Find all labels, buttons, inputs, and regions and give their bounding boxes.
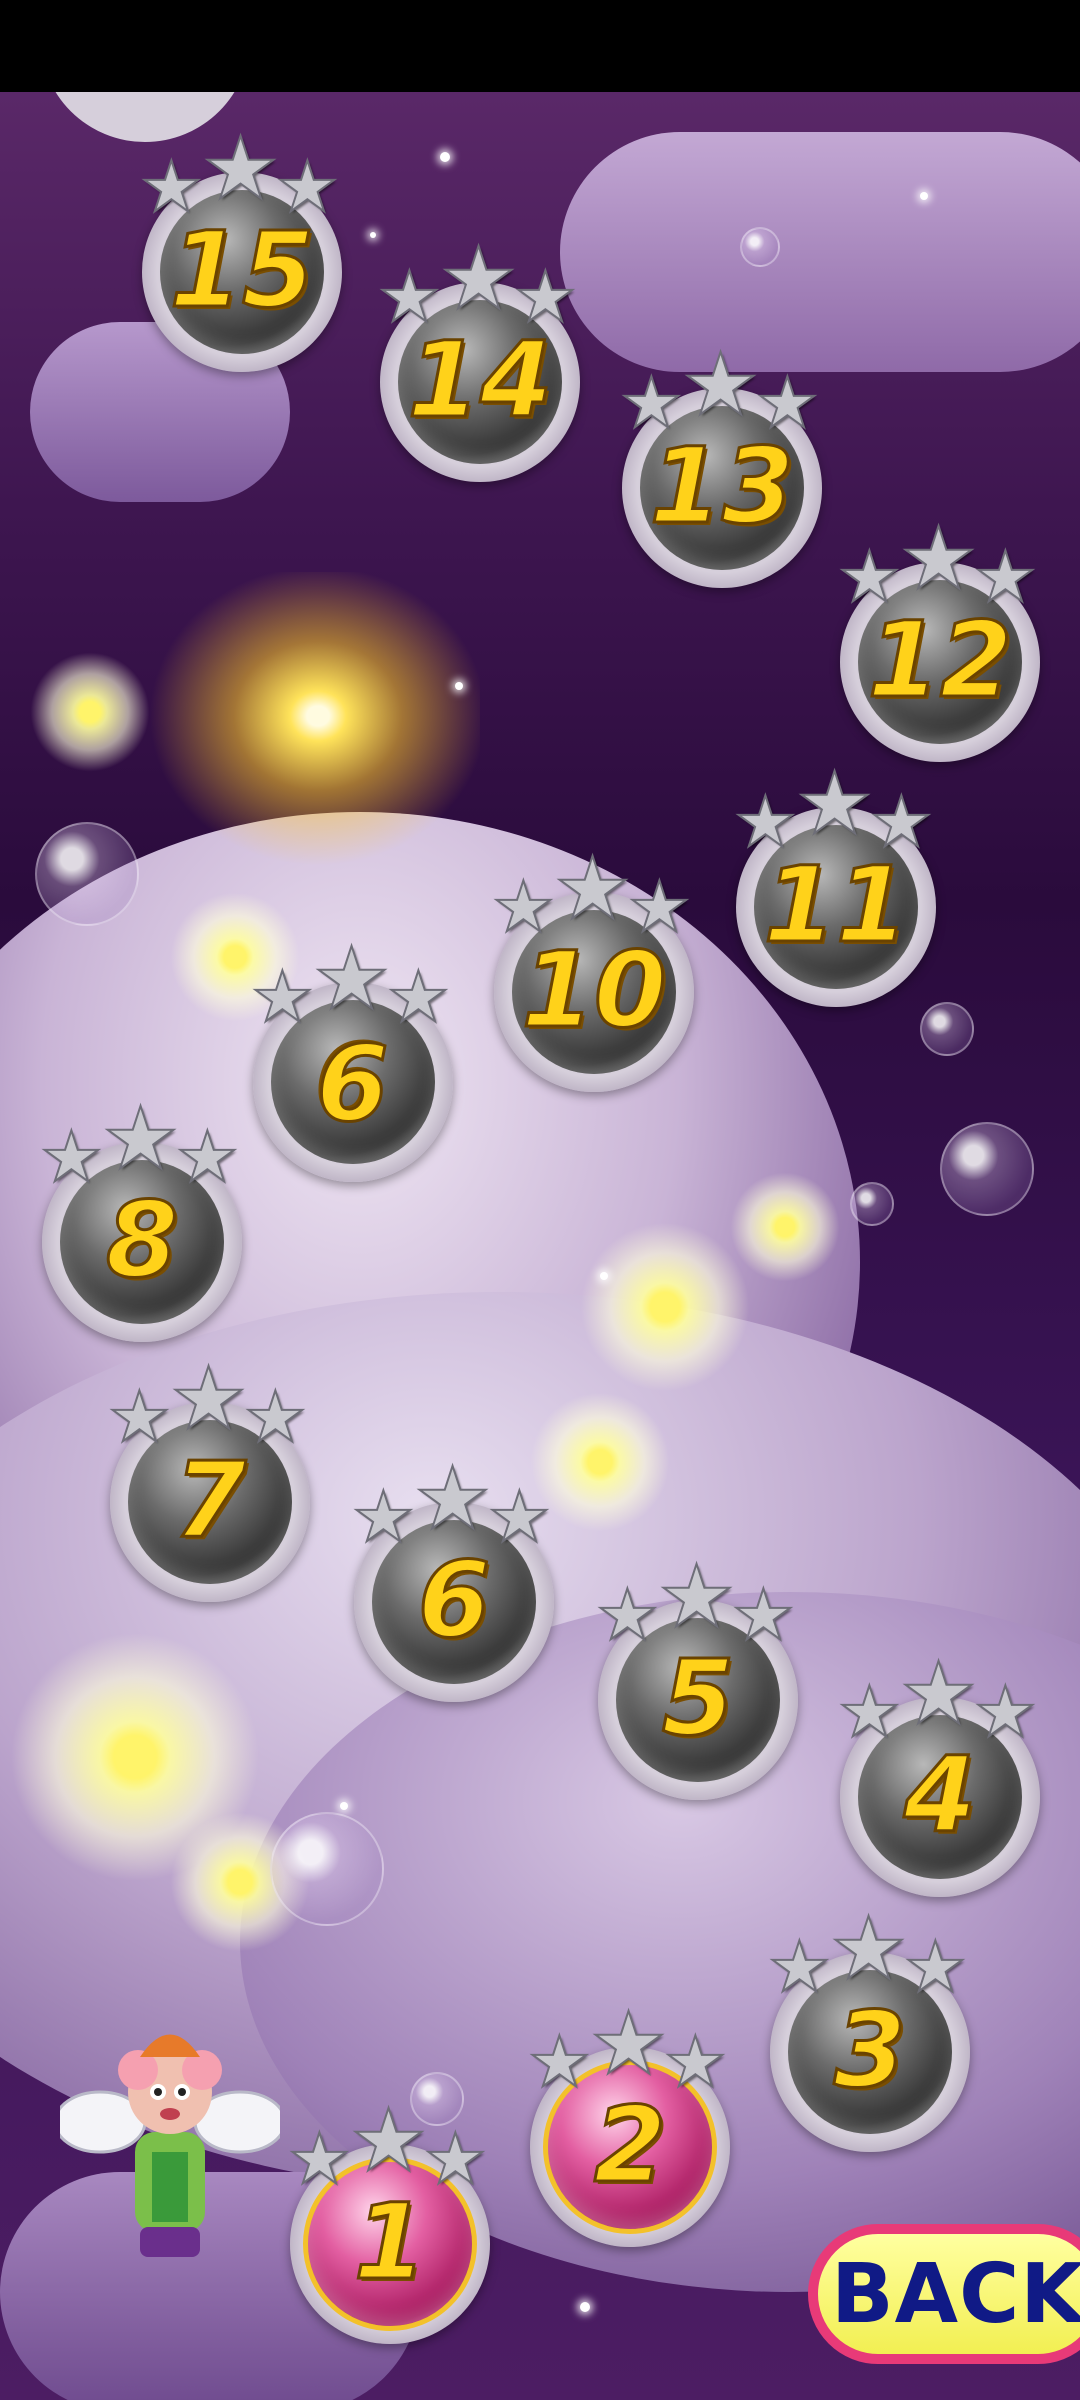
sparkle [920,192,928,200]
star-icon: ★ [731,1574,796,1656]
star-icon: ★ [287,2118,352,2200]
sparkle [440,152,450,162]
star-icon: ★ [377,256,442,338]
dandelion-flower [580,1222,750,1392]
star-icon: ★ [101,1089,180,1189]
dandelion-flower [30,652,150,772]
star-icon: ★ [243,1376,308,1458]
level-button[interactable]: 14 ★ ★ ★ [370,235,590,482]
level-stars: ★ ★ ★ [726,760,946,867]
star-icon: ★ [899,1644,978,1744]
star-icon: ★ [349,2091,428,2191]
sparkle [370,232,376,238]
star-icon: ★ [627,866,692,948]
dandelion-flower [730,1172,840,1282]
level-button[interactable]: 5 ★ ★ ★ [588,1553,808,1800]
level-button[interactable]: 2 ★ ★ ★ [520,2000,740,2247]
level-stars: ★ ★ ★ [243,935,463,1042]
star-icon: ★ [527,2021,592,2103]
star-icon: ★ [829,1899,908,1999]
star-icon: ★ [491,866,556,948]
bubble [940,1122,1034,1216]
star-icon: ★ [553,839,632,939]
level-stars: ★ ★ ★ [100,1355,320,1462]
level-button[interactable]: 10 ★ ★ ★ [484,845,704,1092]
level-stars: ★ ★ ★ [830,1650,1050,1757]
status-bar [0,0,1080,92]
star-icon: ★ [837,536,902,618]
level-stars: ★ ★ ★ [484,845,704,952]
star-icon: ★ [657,1547,736,1647]
star-icon: ★ [595,1574,660,1656]
back-button-label: BACK [831,2246,1080,2342]
star-icon: ★ [755,362,820,444]
star-icon: ★ [903,1926,968,2008]
level-button[interactable]: 4 ★ ★ ★ [830,1650,1050,1897]
winged-mouse-mascot [60,2034,280,2257]
star-icon: ★ [589,1994,668,2094]
star-icon: ★ [439,229,518,329]
bubble [270,1812,384,1926]
level-stars: ★ ★ ★ [344,1455,564,1562]
star-icon: ★ [869,781,934,863]
level-button[interactable]: 3 ★ ★ ★ [760,1905,980,2152]
star-icon: ★ [250,956,315,1038]
star-icon: ★ [413,1449,492,1549]
level-map: 1 ★ ★ ★ 2 ★ ★ ★ 3 ★ ★ ★ 4 ★ ★ ★ 5 ★ ★ ★ … [0,92,1080,2400]
star-icon: ★ [139,146,204,228]
star-icon: ★ [169,1349,248,1449]
level-stars: ★ ★ ★ [132,125,352,232]
level-stars: ★ ★ ★ [760,1905,980,2012]
level-stars: ★ ★ ★ [588,1553,808,1660]
star-icon: ★ [423,2118,488,2200]
level-button[interactable]: 13 ★ ★ ★ [612,341,832,588]
level-button[interactable]: 1 ★ ★ ★ [280,2097,500,2344]
bubble [920,1002,974,1056]
sparkle [600,1272,608,1280]
star-icon: ★ [795,754,874,854]
star-icon: ★ [201,119,280,219]
star-icon: ★ [312,929,391,1029]
bubble [740,227,780,267]
star-icon: ★ [513,256,578,338]
star-icon: ★ [973,536,1038,618]
level-stars: ★ ★ ★ [612,341,832,448]
star-icon: ★ [487,1476,552,1558]
level-stars: ★ ★ ★ [520,2000,740,2107]
level-button[interactable]: 8 ★ ★ ★ [32,1095,252,1342]
bubble [850,1182,894,1226]
star-icon: ★ [837,1671,902,1753]
star-icon: ★ [386,956,451,1038]
star-icon: ★ [733,781,798,863]
star-icon: ★ [899,509,978,609]
background-cloud [560,132,1080,372]
sparkle [580,2302,590,2312]
star-icon: ★ [767,1926,832,2008]
level-stars: ★ ★ ★ [830,515,1050,622]
level-button[interactable]: 9 ★ ★ ★ [243,935,463,1182]
star-icon: ★ [351,1476,416,1558]
star-icon: ★ [175,1116,240,1198]
level-button[interactable]: 7 ★ ★ ★ [100,1355,320,1602]
star-icon: ★ [39,1116,104,1198]
star-icon: ★ [973,1671,1038,1753]
star-icon: ★ [275,146,340,228]
back-button[interactable]: BACK [808,2224,1080,2364]
level-button[interactable]: 11 ★ ★ ★ [726,760,946,1007]
star-icon: ★ [681,335,760,435]
level-stars: ★ ★ ★ [370,235,590,342]
star-icon: ★ [619,362,684,444]
star-icon: ★ [107,1376,172,1458]
level-button[interactable]: 15 ★ ★ ★ [132,125,352,372]
level-stars: ★ ★ ★ [280,2097,500,2204]
sparkle [340,1802,348,1810]
star-icon: ★ [663,2021,728,2103]
level-stars: ★ ★ ★ [32,1095,252,1202]
level-button[interactable]: 12 ★ ★ ★ [830,515,1050,762]
starburst [120,572,480,892]
sparkle [455,682,463,690]
level-button[interactable]: 6 ★ ★ ★ [344,1455,564,1702]
bubble [35,822,139,926]
